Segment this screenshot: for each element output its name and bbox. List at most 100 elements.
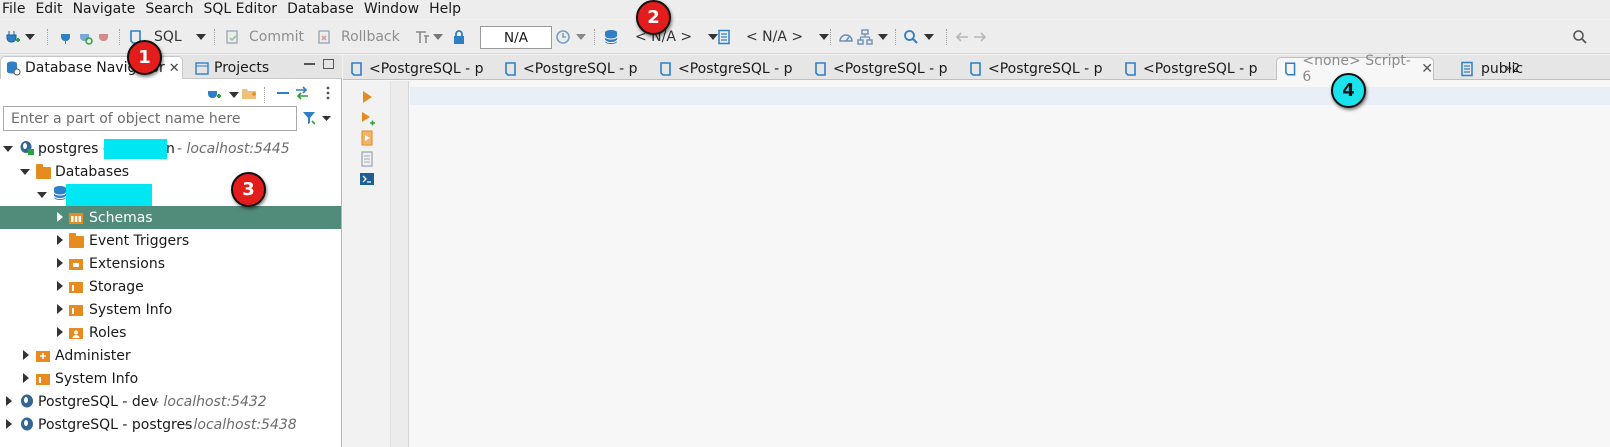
chevron-down-icon[interactable]	[20, 169, 30, 175]
result-limit-field[interactable]: N/A	[480, 26, 552, 49]
chevron-down-icon[interactable]	[37, 192, 47, 198]
rollback-button[interactable]: Rollback	[316, 26, 400, 48]
chevron-down-icon[interactable]	[195, 34, 206, 40]
menu-database[interactable]: Database	[284, 0, 361, 19]
history-button[interactable]	[555, 26, 586, 48]
close-icon[interactable]: ✕	[169, 61, 180, 76]
execute-script-icon[interactable]	[359, 130, 375, 146]
chevron-right-icon[interactable]	[57, 258, 63, 268]
editor-tab[interactable]: <PostgreSQL - p	[1117, 57, 1258, 80]
chevron-down-icon[interactable]	[878, 34, 888, 40]
magnifier-icon	[904, 30, 918, 44]
chevron-down-icon[interactable]	[819, 34, 830, 40]
chevron-right-icon[interactable]	[6, 419, 12, 429]
search-button[interactable]	[903, 26, 934, 48]
tree-database-node[interactable]	[0, 183, 341, 206]
tab-projects[interactable]: Projects	[190, 56, 300, 79]
more-tabs-button[interactable]: »2	[1505, 61, 1520, 75]
editor-tab[interactable]: <PostgreSQL - p	[962, 57, 1103, 80]
menu-help[interactable]: Help	[426, 0, 468, 19]
execute-statement-icon[interactable]	[359, 89, 375, 105]
chevron-right-icon[interactable]	[23, 350, 29, 360]
transaction-mode-button[interactable]	[414, 26, 443, 48]
collapse-all-icon[interactable]	[275, 85, 291, 101]
active-schema-selector[interactable]: < N/A >	[716, 26, 830, 48]
tree-connection-dev[interactable]: PostgreSQL - dev - localhost:5432	[0, 390, 341, 413]
tree-label: PostgreSQL - dev	[38, 393, 158, 410]
chevron-down-icon[interactable]	[433, 34, 443, 40]
tree-connection-postgres-2[interactable]: PostgreSQL - postgres - localhost:5438	[0, 413, 341, 436]
disconnect-button[interactable]	[96, 26, 112, 48]
menu-file[interactable]: File	[0, 0, 32, 19]
execute-in-new-tab-icon[interactable]	[359, 110, 375, 126]
forward-button[interactable]	[972, 26, 988, 48]
view-menu-icon[interactable]	[320, 85, 336, 101]
filter-button[interactable]	[302, 110, 332, 130]
menu-edit[interactable]: Edit	[32, 0, 69, 19]
invalidate-button[interactable]	[77, 26, 93, 48]
tree-folder-schemas[interactable]: Schemas	[0, 206, 341, 229]
tree-folder-extensions[interactable]: Extensions	[0, 252, 341, 275]
erd-button[interactable]	[857, 26, 888, 48]
clock-icon	[556, 30, 570, 44]
tree-folder-storage[interactable]: Storage	[0, 275, 341, 298]
lock-button[interactable]	[451, 26, 467, 48]
object-filter-placeholder: Enter a part of object name here	[11, 110, 241, 127]
editor-tab[interactable]: <PostgreSQL - p	[497, 57, 638, 80]
tree-folder-system-info[interactable]: System Info	[0, 298, 341, 321]
commit-button[interactable]: Commit	[224, 26, 304, 48]
dashboard-button[interactable]	[838, 26, 854, 48]
global-search-button[interactable]	[1572, 26, 1588, 48]
menu-search[interactable]: Search	[142, 0, 200, 19]
sql-code-editor[interactable]	[410, 81, 1610, 447]
menu-window[interactable]: Window	[361, 0, 426, 19]
connect-button[interactable]	[58, 26, 74, 48]
menu-navigate[interactable]: Navigate	[70, 0, 143, 19]
toolbar-separator	[264, 87, 265, 103]
chevron-right-icon[interactable]	[23, 373, 29, 383]
tree-folder-databases[interactable]: Databases	[0, 160, 341, 183]
chevron-right-icon[interactable]	[57, 212, 63, 222]
link-with-editor-icon[interactable]	[294, 85, 310, 101]
chevron-down-icon[interactable]	[3, 146, 13, 152]
tree-folder-system-info[interactable]: System Info	[0, 367, 341, 390]
editor-tab[interactable]: <PostgreSQL - p	[343, 57, 484, 80]
info-folder-icon	[36, 374, 50, 385]
new-connection-icon[interactable]	[205, 85, 221, 101]
close-icon[interactable]: ✕	[1421, 61, 1433, 77]
tree-folder-administer[interactable]: Administer	[0, 344, 341, 367]
new-folder-icon[interactable]	[241, 85, 257, 101]
new-connection-button[interactable]	[4, 26, 35, 48]
redacted-text	[104, 138, 167, 159]
panel-window-controls	[304, 59, 334, 69]
chevron-right-icon[interactable]	[57, 235, 63, 245]
maximize-icon[interactable]	[323, 59, 334, 69]
editor-tab-label: <PostgreSQL - p	[523, 60, 638, 77]
schema-icon	[1461, 61, 1473, 76]
tree-label: System Info	[89, 301, 173, 318]
editor-side-toolbar	[343, 81, 391, 447]
minimize-icon[interactable]	[304, 63, 315, 66]
editor-tab-label: <PostgreSQL - p	[833, 60, 948, 77]
editor-tab[interactable]: <PostgreSQL - p	[652, 57, 793, 80]
terminal-icon[interactable]	[359, 171, 375, 187]
chevron-right-icon[interactable]	[6, 396, 12, 406]
chevron-right-icon[interactable]	[57, 281, 63, 291]
chevron-down-icon[interactable]	[576, 34, 586, 40]
tree-folder-event-triggers[interactable]: Event Triggers	[0, 229, 341, 252]
object-filter-input[interactable]: Enter a part of object name here	[3, 106, 297, 131]
chevron-down-icon[interactable]	[924, 34, 934, 40]
chevron-right-icon[interactable]	[57, 304, 63, 314]
redacted-text	[66, 183, 152, 206]
tree-connection-postgres[interactable]: postgres - n - localhost:5445	[0, 137, 341, 160]
chevron-right-icon[interactable]	[57, 327, 63, 337]
menu-sql-editor[interactable]: SQL Editor	[200, 0, 284, 19]
chevron-down-icon[interactable]	[229, 92, 239, 98]
chevron-down-icon[interactable]	[25, 34, 35, 40]
editor-tab[interactable]: <PostgreSQL - p	[807, 57, 948, 80]
back-button[interactable]	[954, 26, 970, 48]
storage-folder-icon	[69, 282, 83, 293]
tree-folder-roles[interactable]: Roles	[0, 321, 341, 344]
explain-plan-icon[interactable]	[359, 151, 375, 167]
toolbar-separator	[119, 29, 120, 45]
